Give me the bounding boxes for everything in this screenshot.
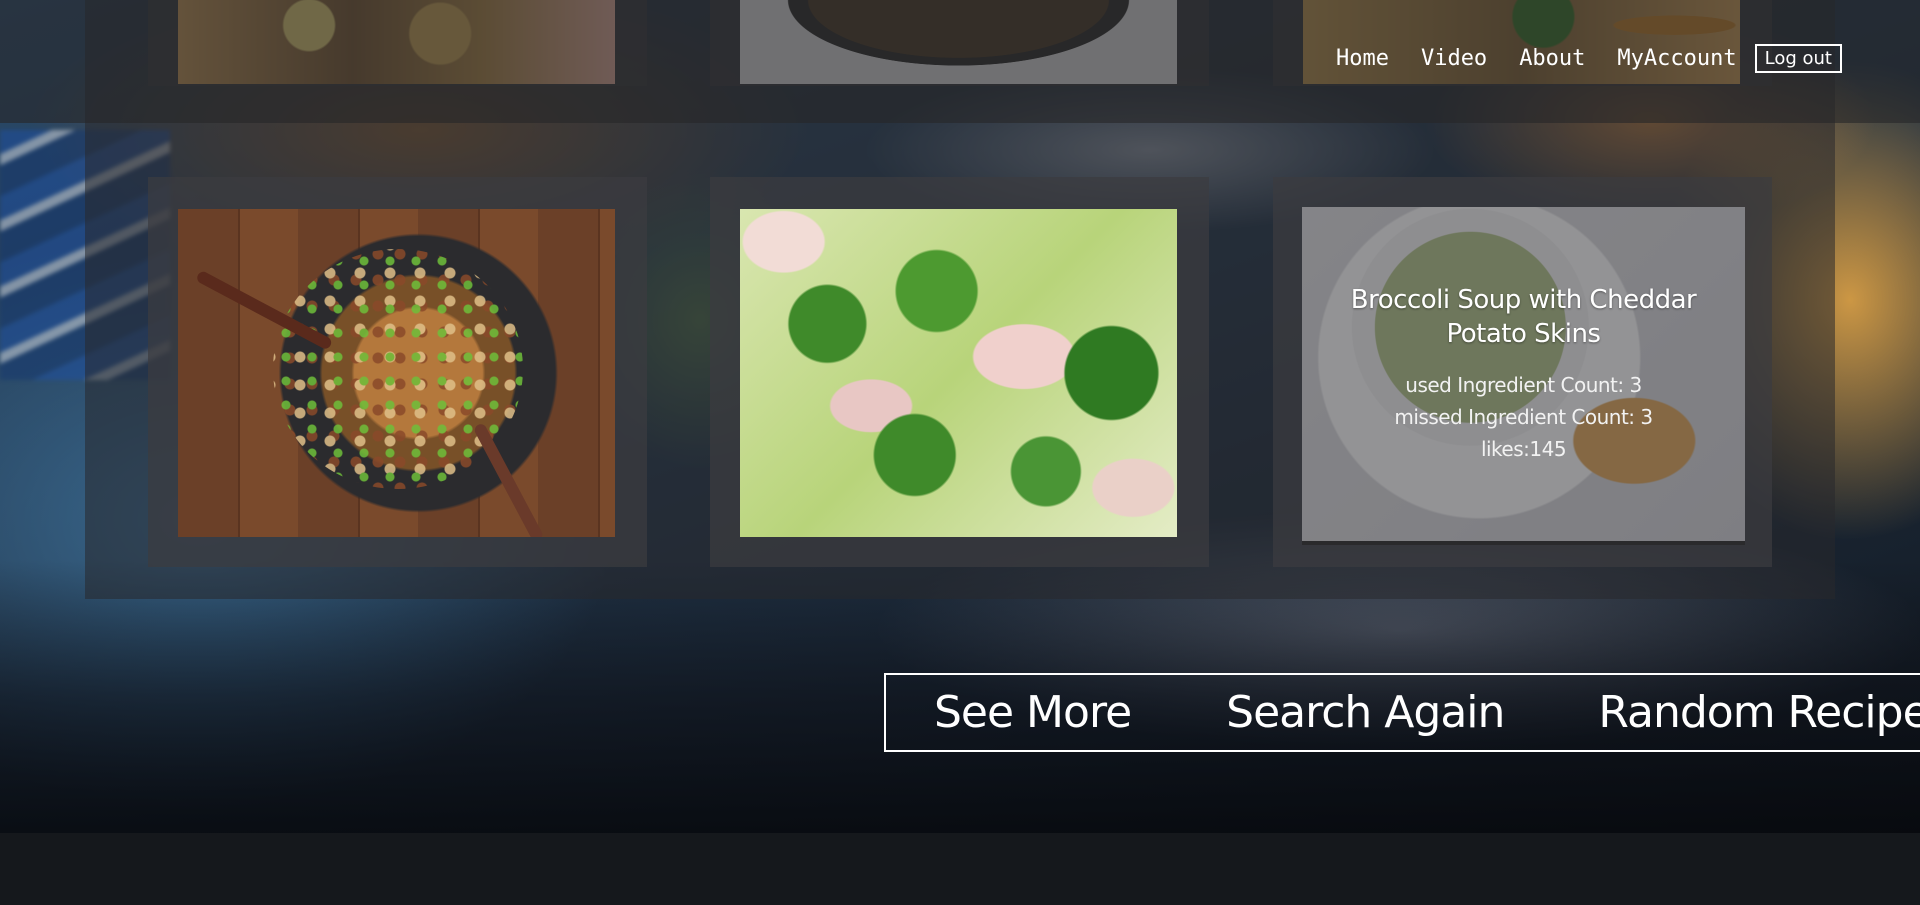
page: Broccoli Soup with Cheddar Potato Skins … xyxy=(0,0,1920,905)
random-recipe-button[interactable]: Random Recipe xyxy=(1598,687,1920,738)
recipe-info-overlay[interactable]: Broccoli Soup with Cheddar Potato Skins … xyxy=(1302,207,1745,541)
nav-menu: Home Video About MyAccount Log out xyxy=(1336,44,1920,73)
recipe-card-hovered[interactable]: Broccoli Soup with Cheddar Potato Skins … xyxy=(1273,177,1772,567)
likes-count: likes:145 xyxy=(1480,437,1567,461)
recipe-image[interactable] xyxy=(178,209,615,537)
next-section-background xyxy=(0,833,1920,905)
recipe-image[interactable] xyxy=(740,209,1177,537)
spoon-handle xyxy=(472,422,545,537)
recipe-image[interactable]: Broccoli Soup with Cheddar Potato Skins … xyxy=(1302,207,1745,545)
nav-my-account[interactable]: MyAccount xyxy=(1617,46,1736,71)
recipe-card[interactable] xyxy=(148,177,647,567)
nav-home[interactable]: Home xyxy=(1336,46,1389,71)
action-bar: See More Search Again Random Recipe xyxy=(884,673,1920,752)
nav-about[interactable]: About xyxy=(1519,46,1585,71)
nav-video[interactable]: Video xyxy=(1421,46,1487,71)
logout-button[interactable]: Log out xyxy=(1754,44,1842,73)
missed-ingredient-count: missed Ingredient Count: 3 xyxy=(1394,405,1653,429)
search-again-button[interactable]: Search Again xyxy=(1226,687,1505,738)
top-navbar: Home Video About MyAccount Log out xyxy=(0,0,1920,123)
recipe-title[interactable]: Broccoli Soup with Cheddar Potato Skins xyxy=(1316,283,1731,351)
recipe-card[interactable] xyxy=(710,177,1209,567)
see-more-button[interactable]: See More xyxy=(934,687,1132,738)
used-ingredient-count: used Ingredient Count: 3 xyxy=(1405,373,1642,397)
